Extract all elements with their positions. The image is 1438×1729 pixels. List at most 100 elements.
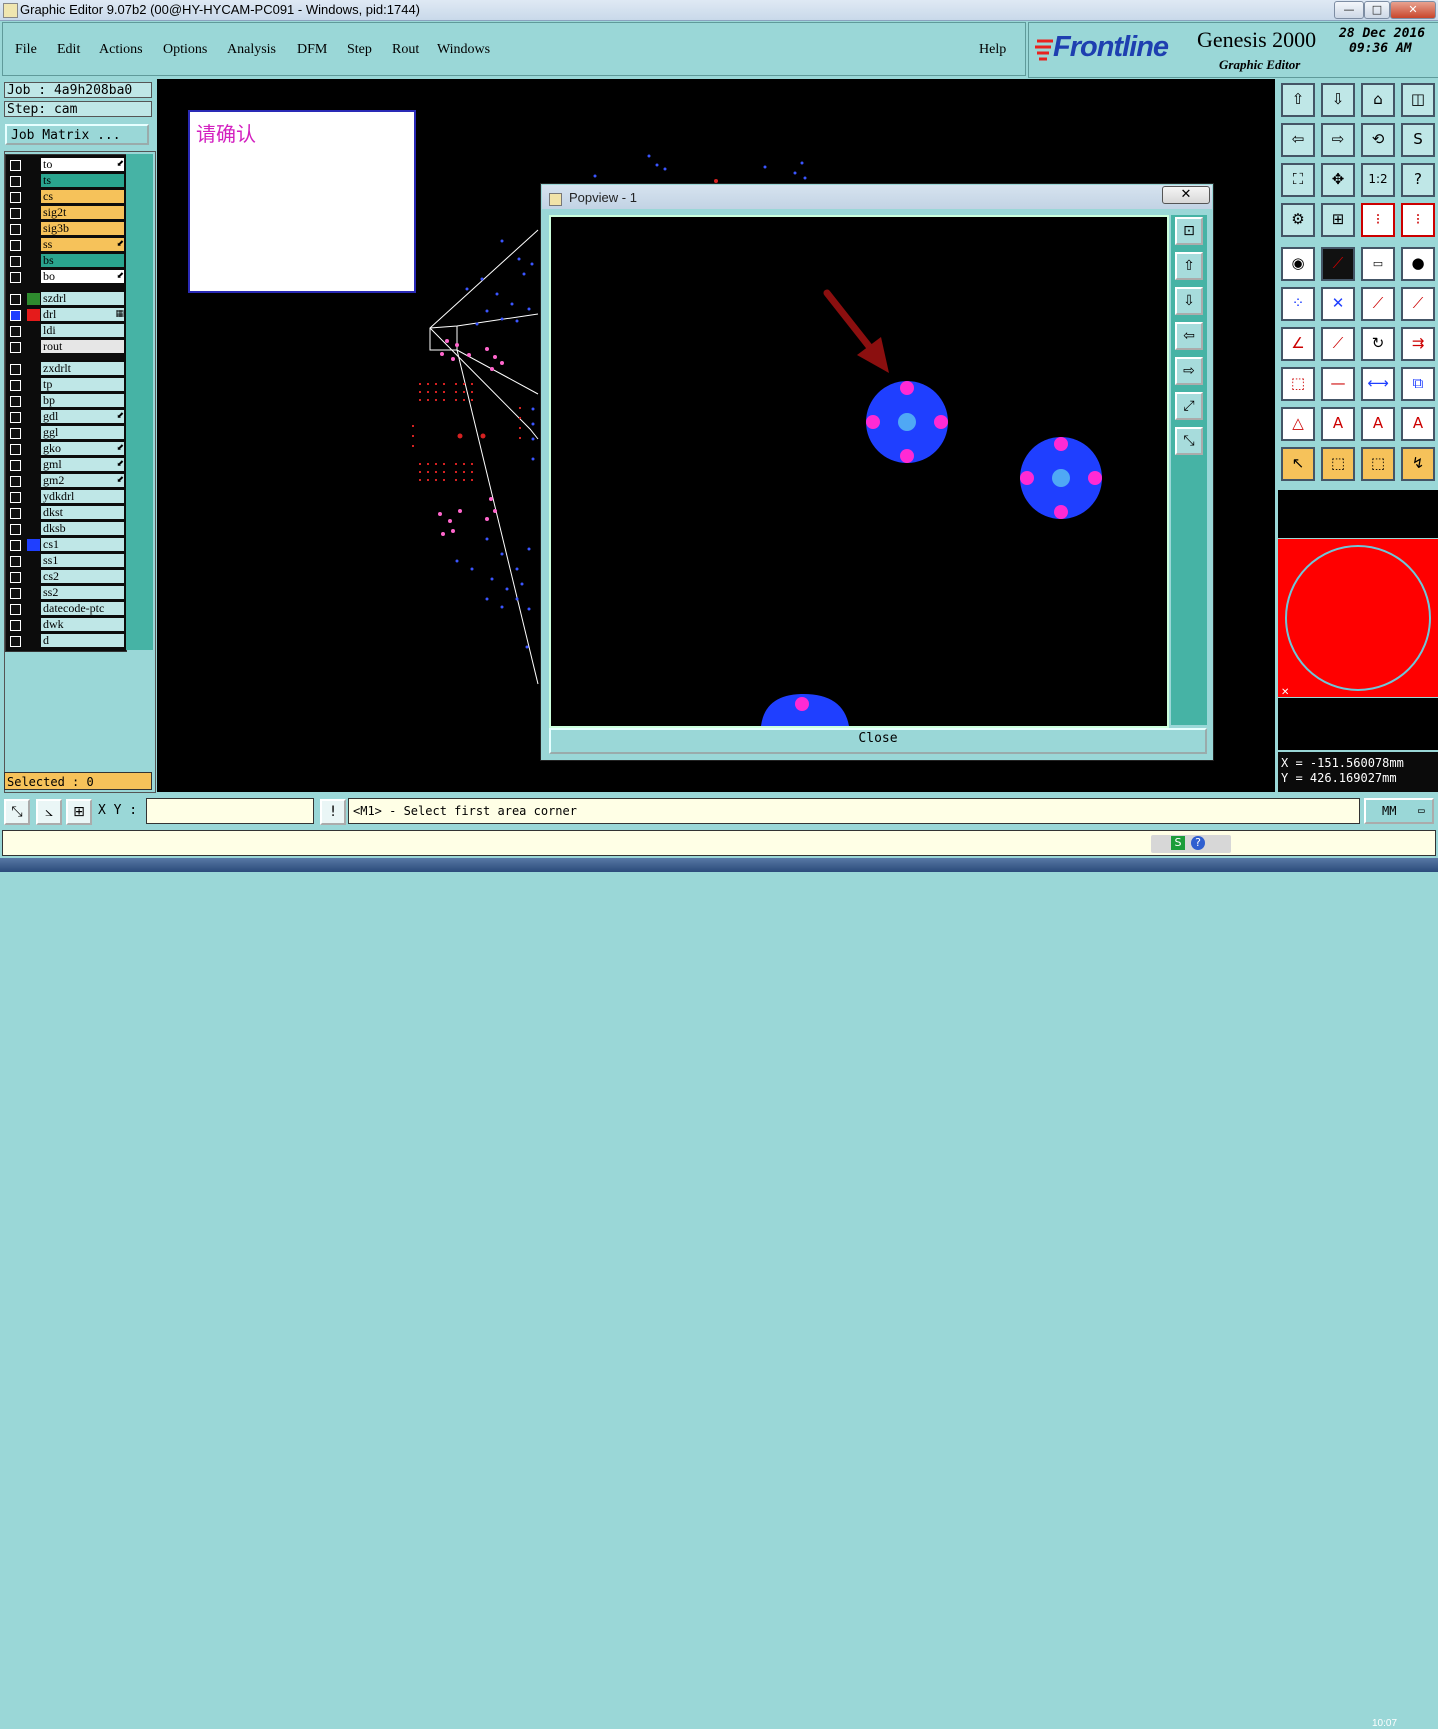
layer-name[interactable]: datecode-ptc [41, 602, 124, 615]
circle-fill-icon[interactable]: ● [1401, 247, 1435, 281]
layer-checkbox[interactable] [10, 572, 21, 583]
pan-right-icon[interactable]: ⇨ [1321, 123, 1355, 157]
menu-rout[interactable]: Rout [392, 42, 419, 58]
layer-name[interactable]: dwk [41, 618, 124, 631]
layer-row-ggl[interactable]: ggl [6, 426, 126, 440]
layer-checkbox[interactable] [10, 380, 21, 391]
layer-checkbox[interactable] [10, 476, 21, 487]
layer-row-cs1[interactable]: cs1 [6, 538, 126, 552]
layer-name[interactable]: sig2t [41, 206, 124, 219]
layer-checkbox[interactable] [10, 492, 21, 503]
layer-name[interactable]: bp [41, 394, 124, 407]
layer-row-cs2[interactable]: cs2 [6, 570, 126, 584]
layer-checkbox[interactable] [10, 412, 21, 423]
open-step-icon[interactable]: ⇧ [1281, 83, 1315, 117]
snake-icon[interactable]: S [1401, 123, 1435, 157]
menu-edit[interactable]: Edit [57, 42, 80, 58]
menu-windows[interactable]: Windows [437, 42, 490, 58]
menu-file[interactable]: File [15, 42, 37, 58]
popview-close-button[interactable]: Close [549, 728, 1207, 754]
layer-row-ss2[interactable]: ss2 [6, 586, 126, 600]
grid-icon[interactable]: ⊞ [1321, 203, 1355, 237]
layer-row-zxdrlt[interactable]: zxdrlt [6, 362, 126, 376]
minus-line-icon[interactable]: — [1321, 367, 1355, 401]
line-node-alt-icon[interactable]: ⟋ [1401, 287, 1435, 321]
layer-name[interactable]: ss [41, 238, 124, 251]
layer-row-datecode-ptc[interactable]: datecode-ptc [6, 602, 126, 616]
popview-pan-right-icon[interactable]: ⇨ [1175, 357, 1203, 385]
slash-icon[interactable]: ⟋ [1321, 327, 1355, 361]
layer-checkbox[interactable] [10, 342, 21, 353]
layer-checkbox[interactable] [10, 620, 21, 631]
layer-row-dksb[interactable]: dksb [6, 522, 126, 536]
layer-checkbox[interactable] [10, 176, 21, 187]
layer-row-gml[interactable]: gml ⬋ [6, 458, 126, 472]
layer-checkbox[interactable] [10, 396, 21, 407]
layer-checkbox[interactable] [10, 556, 21, 567]
layer-row-to[interactable]: to ⬋ [6, 158, 126, 172]
layer-row-ss1[interactable]: ss1 [6, 554, 126, 568]
menu-analysis[interactable]: Analysis [227, 42, 276, 58]
measure-points-icon[interactable]: ⁝ [1361, 203, 1395, 237]
popview-zoom-fit-icon[interactable]: ⊡ [1175, 217, 1203, 245]
layer-name[interactable]: sig3b [41, 222, 124, 235]
popview-pan-down-icon[interactable]: ⇩ [1175, 287, 1203, 315]
layer-name[interactable]: szdrl [41, 292, 124, 305]
popview-zoom-in-icon[interactable]: ⤢ [1175, 392, 1203, 420]
minimize-button[interactable]: — [1334, 1, 1364, 19]
layer-checkbox[interactable] [10, 326, 21, 337]
layer-name[interactable]: ydkdrl [41, 490, 124, 503]
layer-name[interactable]: ss2 [41, 586, 124, 599]
dimension-icon[interactable]: ⟷ [1361, 367, 1395, 401]
mirror-icon[interactable]: ⟲ [1361, 123, 1395, 157]
pan-left-icon[interactable]: ⇦ [1281, 123, 1315, 157]
xy-input[interactable] [146, 798, 314, 824]
layer-checkbox[interactable] [10, 508, 21, 519]
layer-checkbox[interactable] [10, 192, 21, 203]
window-layout-icon[interactable]: ◫ [1401, 83, 1435, 117]
triangle-c-icon[interactable]: A [1361, 407, 1395, 441]
tray-s-icon[interactable]: S [1171, 836, 1185, 850]
layer-scrollbar[interactable] [126, 154, 153, 650]
measure-diagonal-icon[interactable]: ⤡ [4, 799, 30, 825]
layer-checkbox[interactable] [10, 364, 21, 375]
layer-checkbox[interactable] [10, 524, 21, 535]
layer-row-bo[interactable]: bo ⬋ [6, 270, 126, 284]
layer-name[interactable]: ldi [41, 324, 124, 337]
layer-name[interactable]: gm2 [41, 474, 124, 487]
line-node-icon[interactable]: ⟋ [1361, 287, 1395, 321]
layer-name[interactable]: cs [41, 190, 124, 203]
layer-row-ydkdrl[interactable]: ydkdrl [6, 490, 126, 504]
layer-name[interactable]: bs [41, 254, 124, 267]
layer-checkbox[interactable] [10, 428, 21, 439]
maximize-button[interactable]: □ [1364, 1, 1390, 19]
layer-row-cs[interactable]: cs [6, 190, 126, 204]
move-node-icon[interactable]: ⬚ [1281, 367, 1315, 401]
select-route-icon[interactable]: ↯ [1401, 447, 1435, 481]
popview-pan-up-icon[interactable]: ⇧ [1175, 252, 1203, 280]
layer-row-bs[interactable]: bs [6, 254, 126, 268]
layer-checkbox[interactable] [10, 294, 21, 305]
menu-step[interactable]: Step [347, 42, 372, 58]
menu-actions[interactable]: Actions [99, 42, 143, 58]
layer-name[interactable]: cs1 [41, 538, 124, 551]
layer-name[interactable]: tp [41, 378, 124, 391]
layer-name[interactable]: cs2 [41, 570, 124, 583]
layer-name[interactable]: dkst [41, 506, 124, 519]
layer-row-drl[interactable]: drl ▦ [6, 308, 126, 322]
select-area-icon[interactable]: ⬚ [1361, 447, 1395, 481]
popview-pan-left-icon[interactable]: ⇦ [1175, 322, 1203, 350]
connect-points-icon[interactable]: ⁘ [1281, 287, 1315, 321]
popview-zoom-out-icon[interactable]: ⤡ [1175, 427, 1203, 455]
layer-row-tp[interactable]: tp [6, 378, 126, 392]
scale-one-to-two-icon[interactable]: 1:2 [1361, 163, 1395, 197]
exclamation-button[interactable]: ! [320, 799, 346, 825]
angle-icon[interactable]: ∠ [1281, 327, 1315, 361]
snap-grid-icon[interactable]: ⊞ [66, 799, 92, 825]
select-box-icon[interactable]: ⬚ [1321, 447, 1355, 481]
popview-canvas[interactable] [549, 215, 1169, 728]
close-window-button[interactable]: ✕ [1390, 1, 1436, 19]
layer-row-ts[interactable]: ts [6, 174, 126, 188]
layer-checkbox[interactable] [10, 224, 21, 235]
layer-name[interactable]: ts [41, 174, 124, 187]
